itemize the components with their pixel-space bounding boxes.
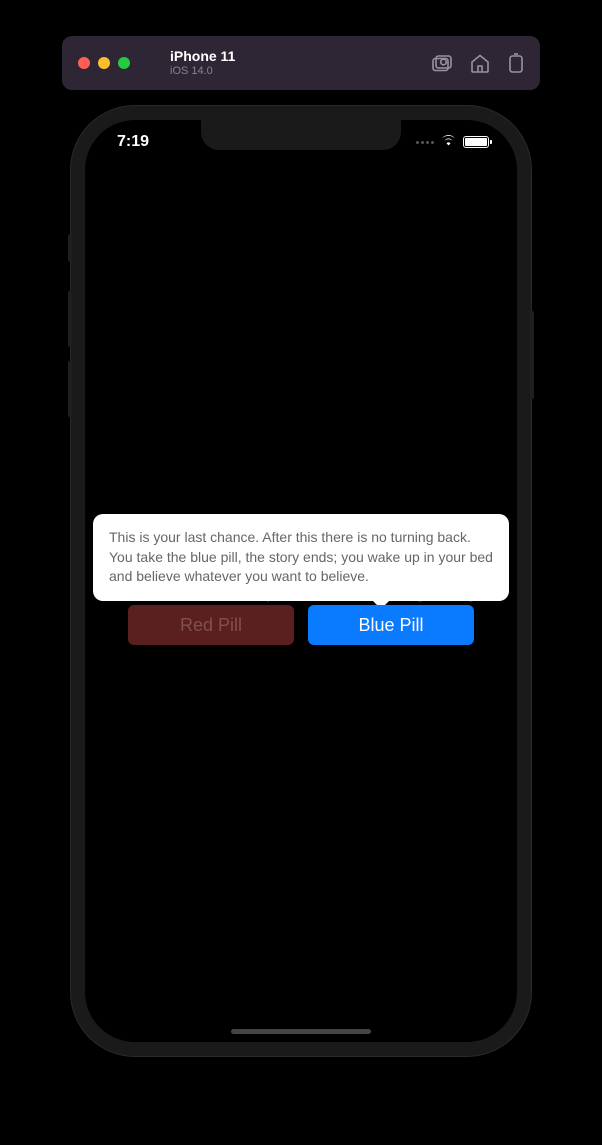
status-indicators [416, 133, 489, 151]
simulator-title-bar: iPhone 11 iOS 14.0 [62, 36, 540, 90]
simulator-title: iPhone 11 iOS 14.0 [170, 48, 235, 78]
device-volume-up [68, 291, 72, 347]
device-power-button [530, 311, 534, 399]
blue-pill-button[interactable]: Blue Pill [308, 605, 474, 645]
home-icon[interactable] [470, 54, 490, 73]
device-frame: 7:19 Here is dif [71, 106, 531, 1056]
device-notch [201, 120, 401, 150]
device-screen: 7:19 Here is dif [85, 120, 517, 1042]
app-content: Here is different options to start your … [85, 120, 517, 1042]
device-name-label: iPhone 11 [170, 48, 235, 65]
cellular-dots-icon [416, 141, 434, 144]
close-window-button[interactable] [78, 57, 90, 69]
tooltip-text: This is your last chance. After this the… [109, 528, 493, 587]
tooltip-popover: This is your last chance. After this the… [93, 514, 509, 601]
red-pill-button[interactable]: Red Pill [128, 605, 294, 645]
minimize-window-button[interactable] [98, 57, 110, 69]
simulator-toolbar [432, 53, 524, 73]
pill-buttons-row: Red Pill Blue Pill [85, 605, 517, 645]
os-version-label: iOS 14.0 [170, 65, 235, 78]
status-time: 7:19 [117, 133, 149, 151]
home-indicator[interactable] [231, 1029, 371, 1034]
device-mute-switch [68, 234, 72, 262]
maximize-window-button[interactable] [118, 57, 130, 69]
wifi-icon [440, 133, 457, 151]
window-traffic-lights [78, 57, 130, 69]
screenshot-icon[interactable] [432, 55, 452, 72]
battery-icon [463, 136, 489, 148]
rotate-icon[interactable] [508, 53, 524, 73]
device-volume-down [68, 361, 72, 417]
